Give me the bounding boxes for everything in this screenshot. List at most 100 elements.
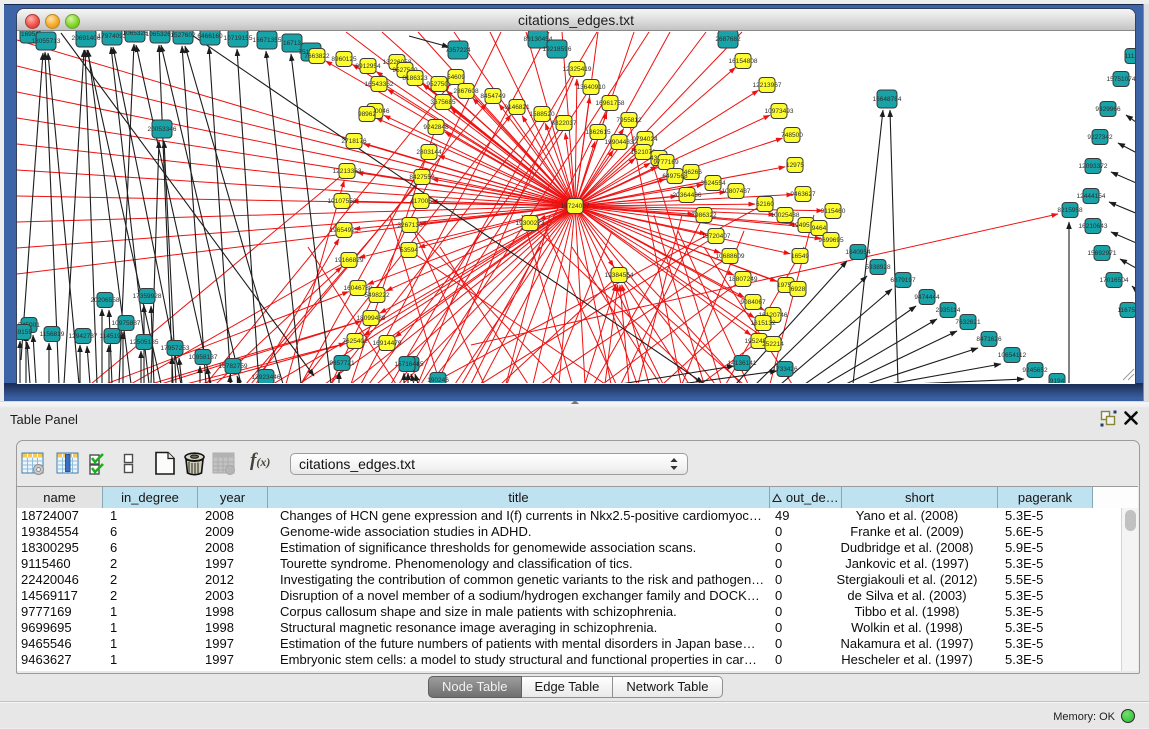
svg-text:10107553: 10107553 (328, 198, 357, 205)
svg-text:18724007: 18724007 (561, 203, 590, 210)
svg-text:10807487: 10807487 (722, 188, 751, 195)
svg-text:10719155: 10719155 (224, 35, 253, 42)
svg-text:16046788: 16046788 (344, 285, 373, 292)
svg-text:9227342: 9227342 (1087, 134, 1113, 141)
svg-text:19904483: 19904483 (605, 139, 634, 146)
svg-text:7625402: 7625402 (342, 338, 368, 345)
svg-text:17957253: 17957253 (161, 345, 190, 352)
svg-text:2687682: 2687682 (715, 36, 741, 43)
svg-text:3624554: 3624554 (700, 180, 726, 187)
svg-text:9115460: 9115460 (821, 208, 846, 215)
svg-text:10025438: 10025438 (771, 212, 800, 219)
svg-text:9194: 9194 (1050, 378, 1065, 383)
svg-text:10688609: 10688609 (716, 253, 745, 260)
svg-text:417006: 417006 (410, 198, 432, 205)
svg-text:6879197: 6879197 (890, 277, 916, 284)
svg-text:11123: 11123 (1124, 53, 1135, 60)
svg-text:12213363: 12213363 (333, 168, 362, 175)
svg-text:5938928: 5938928 (865, 264, 891, 271)
svg-text:2803144: 2803144 (416, 149, 442, 156)
svg-text:62160: 62160 (756, 201, 774, 208)
svg-text:16961758: 16961758 (596, 100, 625, 107)
svg-text:8912954: 8912954 (355, 63, 381, 70)
svg-text:1156819: 1156819 (40, 331, 65, 338)
svg-text:16713: 16713 (283, 40, 301, 47)
svg-text:9242848: 9242848 (423, 124, 449, 131)
svg-text:2718176: 2718176 (341, 138, 367, 145)
svg-text:16543362: 16543362 (365, 81, 394, 88)
svg-text:12923446: 12923446 (252, 374, 281, 381)
svg-text:20364436: 20364436 (673, 192, 702, 199)
svg-text:39159: 39159 (17, 329, 32, 336)
svg-text:12325419: 12325419 (563, 66, 592, 73)
svg-text:7357224: 7357224 (445, 47, 471, 54)
svg-text:14136141: 14136141 (728, 360, 757, 367)
svg-text:8960125: 8960125 (331, 56, 357, 63)
svg-text:1571644: 1571644 (394, 361, 420, 368)
svg-text:10973493: 10973493 (765, 108, 794, 115)
svg-text:54609: 54609 (447, 74, 465, 81)
svg-text:15751074: 15751074 (1107, 76, 1135, 83)
svg-text:748500: 748500 (781, 132, 803, 139)
svg-text:9699695: 9699695 (818, 237, 844, 244)
svg-text:19384554: 19384554 (605, 272, 634, 279)
svg-text:9794024: 9794024 (632, 136, 658, 143)
svg-text:16210643: 16210643 (1079, 223, 1108, 230)
svg-text:10975887: 10975887 (112, 320, 141, 327)
svg-text:15720407: 15720407 (702, 233, 731, 240)
svg-text:17016504: 17016504 (1100, 277, 1129, 284)
svg-text:5498222: 5498222 (364, 292, 390, 299)
svg-text:10654112: 10654112 (998, 352, 1027, 359)
svg-text:1145194: 1145194 (100, 333, 125, 340)
svg-text:18099489: 18099489 (357, 315, 386, 322)
svg-text:9463627: 9463627 (790, 191, 816, 198)
svg-text:12444154: 12444154 (1077, 193, 1106, 200)
svg-text:9474444: 9474444 (914, 294, 940, 301)
svg-text:12942737: 12942737 (69, 333, 98, 340)
svg-text:1588520: 1588520 (529, 111, 555, 118)
svg-text:9777169: 9777169 (653, 159, 679, 166)
svg-text:20691406: 20691406 (72, 35, 101, 42)
svg-text:3267130: 3267130 (397, 222, 423, 229)
svg-text:1615132: 1615132 (750, 320, 776, 327)
svg-text:18807249: 18807249 (729, 276, 758, 283)
svg-text:16549: 16549 (791, 253, 809, 260)
svg-text:8186323: 8186323 (402, 75, 428, 82)
svg-text:16154808: 16154808 (729, 58, 758, 65)
svg-text:8454749: 8454749 (480, 93, 506, 100)
svg-text:12505135: 12505135 (130, 339, 159, 346)
svg-text:1065326: 1065326 (122, 31, 148, 37)
svg-text:19300273: 19300273 (516, 220, 545, 227)
svg-text:1733426: 1733426 (772, 366, 798, 373)
svg-text:1527602: 1527602 (170, 32, 196, 39)
svg-text:16648784: 16648784 (873, 96, 902, 103)
svg-text:7986322: 7986322 (691, 212, 717, 219)
svg-text:19218596: 19218596 (543, 46, 572, 53)
svg-text:12093372: 12093372 (1079, 163, 1108, 170)
svg-text:9857721: 9857721 (329, 360, 355, 367)
svg-text:1362615: 1362615 (585, 129, 611, 136)
svg-text:9464: 9464 (812, 225, 827, 232)
svg-text:6928: 6928 (791, 286, 806, 293)
svg-text:8215958: 8215958 (1057, 207, 1083, 214)
svg-text:252214: 252214 (762, 341, 784, 348)
svg-text:20053346: 20053346 (148, 126, 177, 133)
svg-text:53594: 53594 (400, 247, 418, 254)
svg-text:7955812: 7955812 (616, 117, 642, 124)
svg-text:20206558: 20206558 (91, 297, 120, 304)
svg-text:7632621: 7632621 (955, 319, 981, 326)
svg-text:16782759: 16782759 (219, 363, 248, 370)
svg-text:7663822: 7663822 (304, 53, 330, 60)
svg-text:19166829: 19166829 (335, 257, 364, 264)
svg-text:6466160: 6466160 (197, 33, 223, 40)
svg-text:10958137: 10958137 (189, 354, 218, 361)
svg-text:9084067: 9084067 (740, 299, 766, 306)
svg-text:13640910: 13640910 (577, 84, 606, 91)
svg-text:6497568: 6497568 (662, 173, 688, 180)
svg-text:9146821: 9146821 (504, 104, 530, 111)
svg-text:18055713: 18055713 (32, 38, 61, 45)
svg-text:2935114: 2935114 (936, 307, 961, 314)
svg-text:12975: 12975 (786, 162, 804, 169)
svg-text:8427552: 8427552 (409, 174, 435, 181)
svg-text:19654925: 19654925 (330, 227, 359, 234)
